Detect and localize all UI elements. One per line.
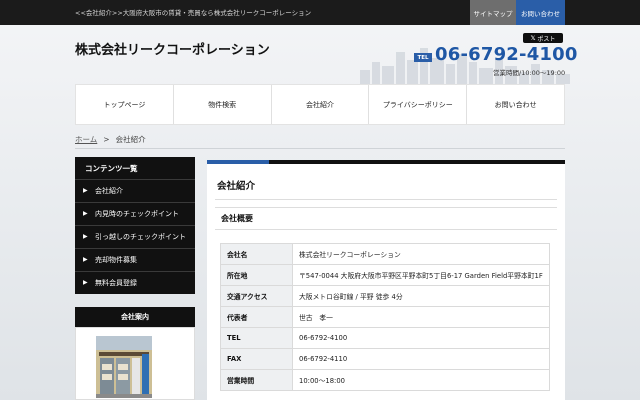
sidebar-item-label: 会社紹介 [95,187,123,195]
sidebar-item-viewing-checkpoints[interactable]: ▶ 内見時のチェックポイント [75,202,195,225]
breadcrumb-separator: > [103,135,110,144]
table-key: 所在地 [220,264,293,286]
x-logo-icon: 𝕏 [530,34,536,42]
title-divider [215,199,557,200]
breadcrumb-divider [75,148,565,149]
sidebar-item-label: 無料会員登録 [95,279,137,287]
table-row: FAX 06-6792-4110 [220,348,550,370]
sidebar-item-free-registration[interactable]: ▶ 無料会員登録 [75,271,195,294]
site-description: <<会社紹介>>大阪府大阪市の賃貸・売買なら株式会社リークコーポレーション [75,9,312,17]
table-key: 営業時間 [220,369,293,391]
table-row: TEL 06-6792-4100 [220,327,550,349]
sitemap-link[interactable]: サイトマップ [470,0,516,25]
sidebar-item-sale-property-wanted[interactable]: ▶ 売却物件募集 [75,248,195,271]
table-row: 所在地 〒547-0044 大阪府大阪市平野区平野本町5丁目6-17 Garde… [220,264,550,286]
table-value: 〒547-0044 大阪府大阪市平野区平野本町5丁目6-17 Garden Fi… [292,264,550,286]
table-key: 代表者 [220,306,293,328]
nav-item-company[interactable]: 会社紹介 [272,85,370,124]
global-nav: トップページ 物件検索 会社紹介 プライバシーポリシー お問い合わせ [75,84,565,125]
chevron-right-icon: ▶ [83,279,88,286]
breadcrumb-home[interactable]: ホーム [75,135,97,144]
table-value: 06-6792-4110 [292,348,550,370]
sidebar-contents-title: コンテンツ一覧 [75,157,195,179]
table-key: 会社名 [220,243,293,265]
table-value: 大阪メトロ谷町線 / 平野 徒歩 4分 [292,285,550,307]
sidebar-company-guide [75,327,195,400]
table-value: 06-6792-4100 [292,327,550,349]
sidebar-item-label: 引っ越しのチェックポイント [95,233,186,241]
company-name-logo[interactable]: 株式会社リークコーポレーション [75,39,270,58]
table-row: 会社名 株式会社リークコーポレーション [220,243,550,265]
chevron-right-icon: ▶ [83,233,88,240]
sidebar-item-moving-checkpoints[interactable]: ▶ 引っ越しのチェックポイント [75,225,195,248]
post-button-label: ポスト [537,35,556,43]
tel-number[interactable]: 06-6792-4100 [435,44,578,65]
chevron-right-icon: ▶ [83,256,88,263]
storefront-photo [96,336,152,398]
table-value: 世古 孝一 [292,306,550,328]
table-value: 株式会社リークコーポレーション [292,243,550,265]
table-row: 交通アクセス 大阪メトロ谷町線 / 平野 徒歩 4分 [220,285,550,307]
breadcrumb-current: 会社紹介 [115,135,146,144]
nav-item-contact[interactable]: お問い合わせ [467,85,564,124]
page-title: 会社紹介 [217,181,256,192]
nav-item-privacy[interactable]: プライバシーポリシー [369,85,468,124]
sidebar-item-label: 売却物件募集 [95,256,137,264]
chevron-right-icon: ▶ [83,210,88,217]
nav-item-property-search[interactable]: 物件検索 [174,85,272,124]
table-row: 営業時間 10:00～18:00 [220,369,550,391]
company-info-table: 会社名 株式会社リークコーポレーション 所在地 〒547-0044 大阪府大阪市… [220,243,550,391]
x-post-button[interactable]: 𝕏 ポスト [523,33,563,43]
sidebar-item-company[interactable]: ▶ 会社紹介 [75,179,195,202]
section-title: 会社概要 [215,207,557,230]
nav-item-top[interactable]: トップページ [76,85,174,124]
table-key: FAX [220,348,293,370]
table-key: TEL [220,327,293,349]
table-row: 代表者 世古 孝一 [220,306,550,328]
chevron-right-icon: ▶ [83,187,88,194]
sidebar-item-label: 内見時のチェックポイント [95,210,179,218]
business-hours: 営業時間/10:00～19:00 [493,69,566,77]
table-key: 交通アクセス [220,285,293,307]
sidebar-contents-list: ▶ 会社紹介 ▶ 内見時のチェックポイント ▶ 引っ越しのチェックポイント ▶ … [75,179,195,294]
breadcrumb: ホーム > 会社紹介 [75,134,146,145]
main-content: 会社紹介 会社概要 会社名 株式会社リークコーポレーション 所在地 〒547-0… [207,164,565,400]
contact-link[interactable]: お問い合わせ [516,0,565,25]
top-bar: <<会社紹介>>大阪府大阪市の賃貸・売買なら株式会社リークコーポレーション サイ… [0,0,640,25]
tel-badge: TEL [414,53,432,62]
table-value: 10:00～18:00 [292,369,550,391]
sidebar-company-guide-title: 会社案内 [75,307,195,327]
